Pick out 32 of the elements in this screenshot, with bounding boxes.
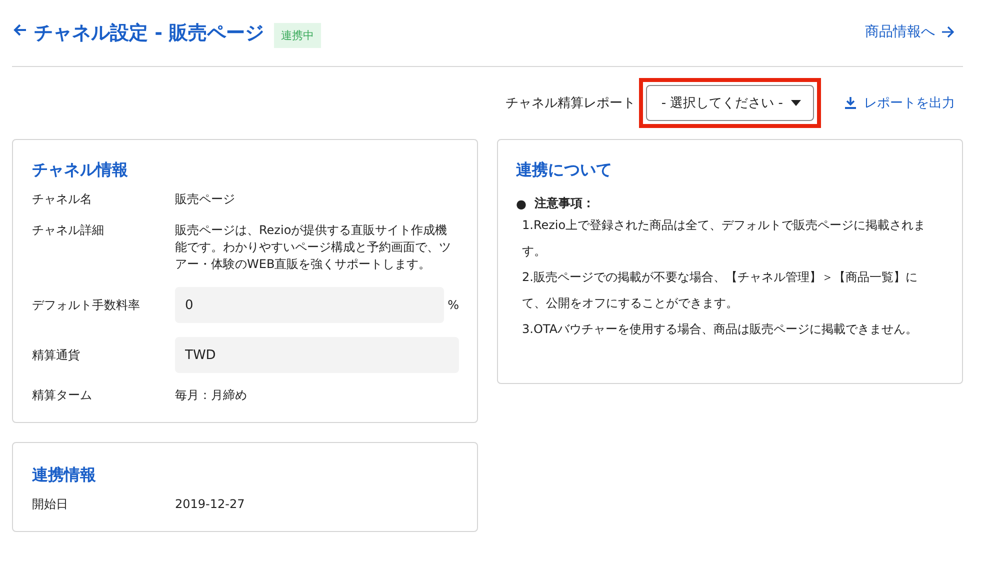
- download-icon: [845, 97, 856, 109]
- field-label: チャネル名: [32, 191, 93, 208]
- field-label: 精算ターム: [32, 387, 93, 404]
- section-title: 連携について: [516, 160, 613, 181]
- export-button[interactable]: レポートを出力: [845, 94, 963, 112]
- bullet-icon: ●: [516, 196, 526, 210]
- status-badge: 連携中: [274, 22, 322, 48]
- caret-icon: [791, 100, 801, 106]
- field-label: チャネル詳細: [32, 222, 105, 239]
- section-title: チャネル情報: [32, 160, 129, 181]
- note-text: 1.Rezio上で登録された商品は全て、デフォルトで販売ページに掲載されます。: [521, 217, 927, 260]
- field-value: 販売ページは、Rezioが提供する直販サイト作成機能です。わかりやすいページ構成と予約画面で、ツアー・体験のWEB直販を強くサポートします。: [175, 222, 452, 273]
- notes-heading: 注意事項：: [534, 195, 594, 212]
- right-arrow-icon: [941, 25, 955, 39]
- field-value: 販売ページ: [175, 191, 235, 208]
- field-label: 開始日: [32, 496, 69, 513]
- product-info-link[interactable]: 商品情報へ: [865, 23, 963, 41]
- report-label: チャネル精算レポート: [505, 95, 636, 112]
- section-title: 連携情報: [32, 465, 97, 486]
- back-button[interactable]: [12, 22, 28, 38]
- note-text: 3.OTAバウチャーを使用する場合、商品は販売ページに掲載できません。: [521, 321, 919, 338]
- field-label: デフォルト手数料率: [32, 296, 141, 314]
- page-title: チャネル設定 - 販売ページ: [34, 21, 264, 46]
- field-value: 2019-12-27: [175, 496, 245, 513]
- input-field[interactable]: 0: [175, 287, 444, 323]
- input-field[interactable]: TWD: [175, 337, 459, 373]
- field-value: 毎月：月締め: [175, 387, 247, 404]
- field-label: 精算通貨: [32, 346, 81, 364]
- back-arrow-icon: [12, 22, 28, 38]
- unit-label: %: [448, 298, 459, 312]
- report-select[interactable]: - 選択してください -: [646, 85, 814, 121]
- note-text: 2.販売ページでの掲載が不要な場合、【チャネル管理】＞【商品一覧】にて、公開をオフにすることができます。: [521, 269, 918, 312]
